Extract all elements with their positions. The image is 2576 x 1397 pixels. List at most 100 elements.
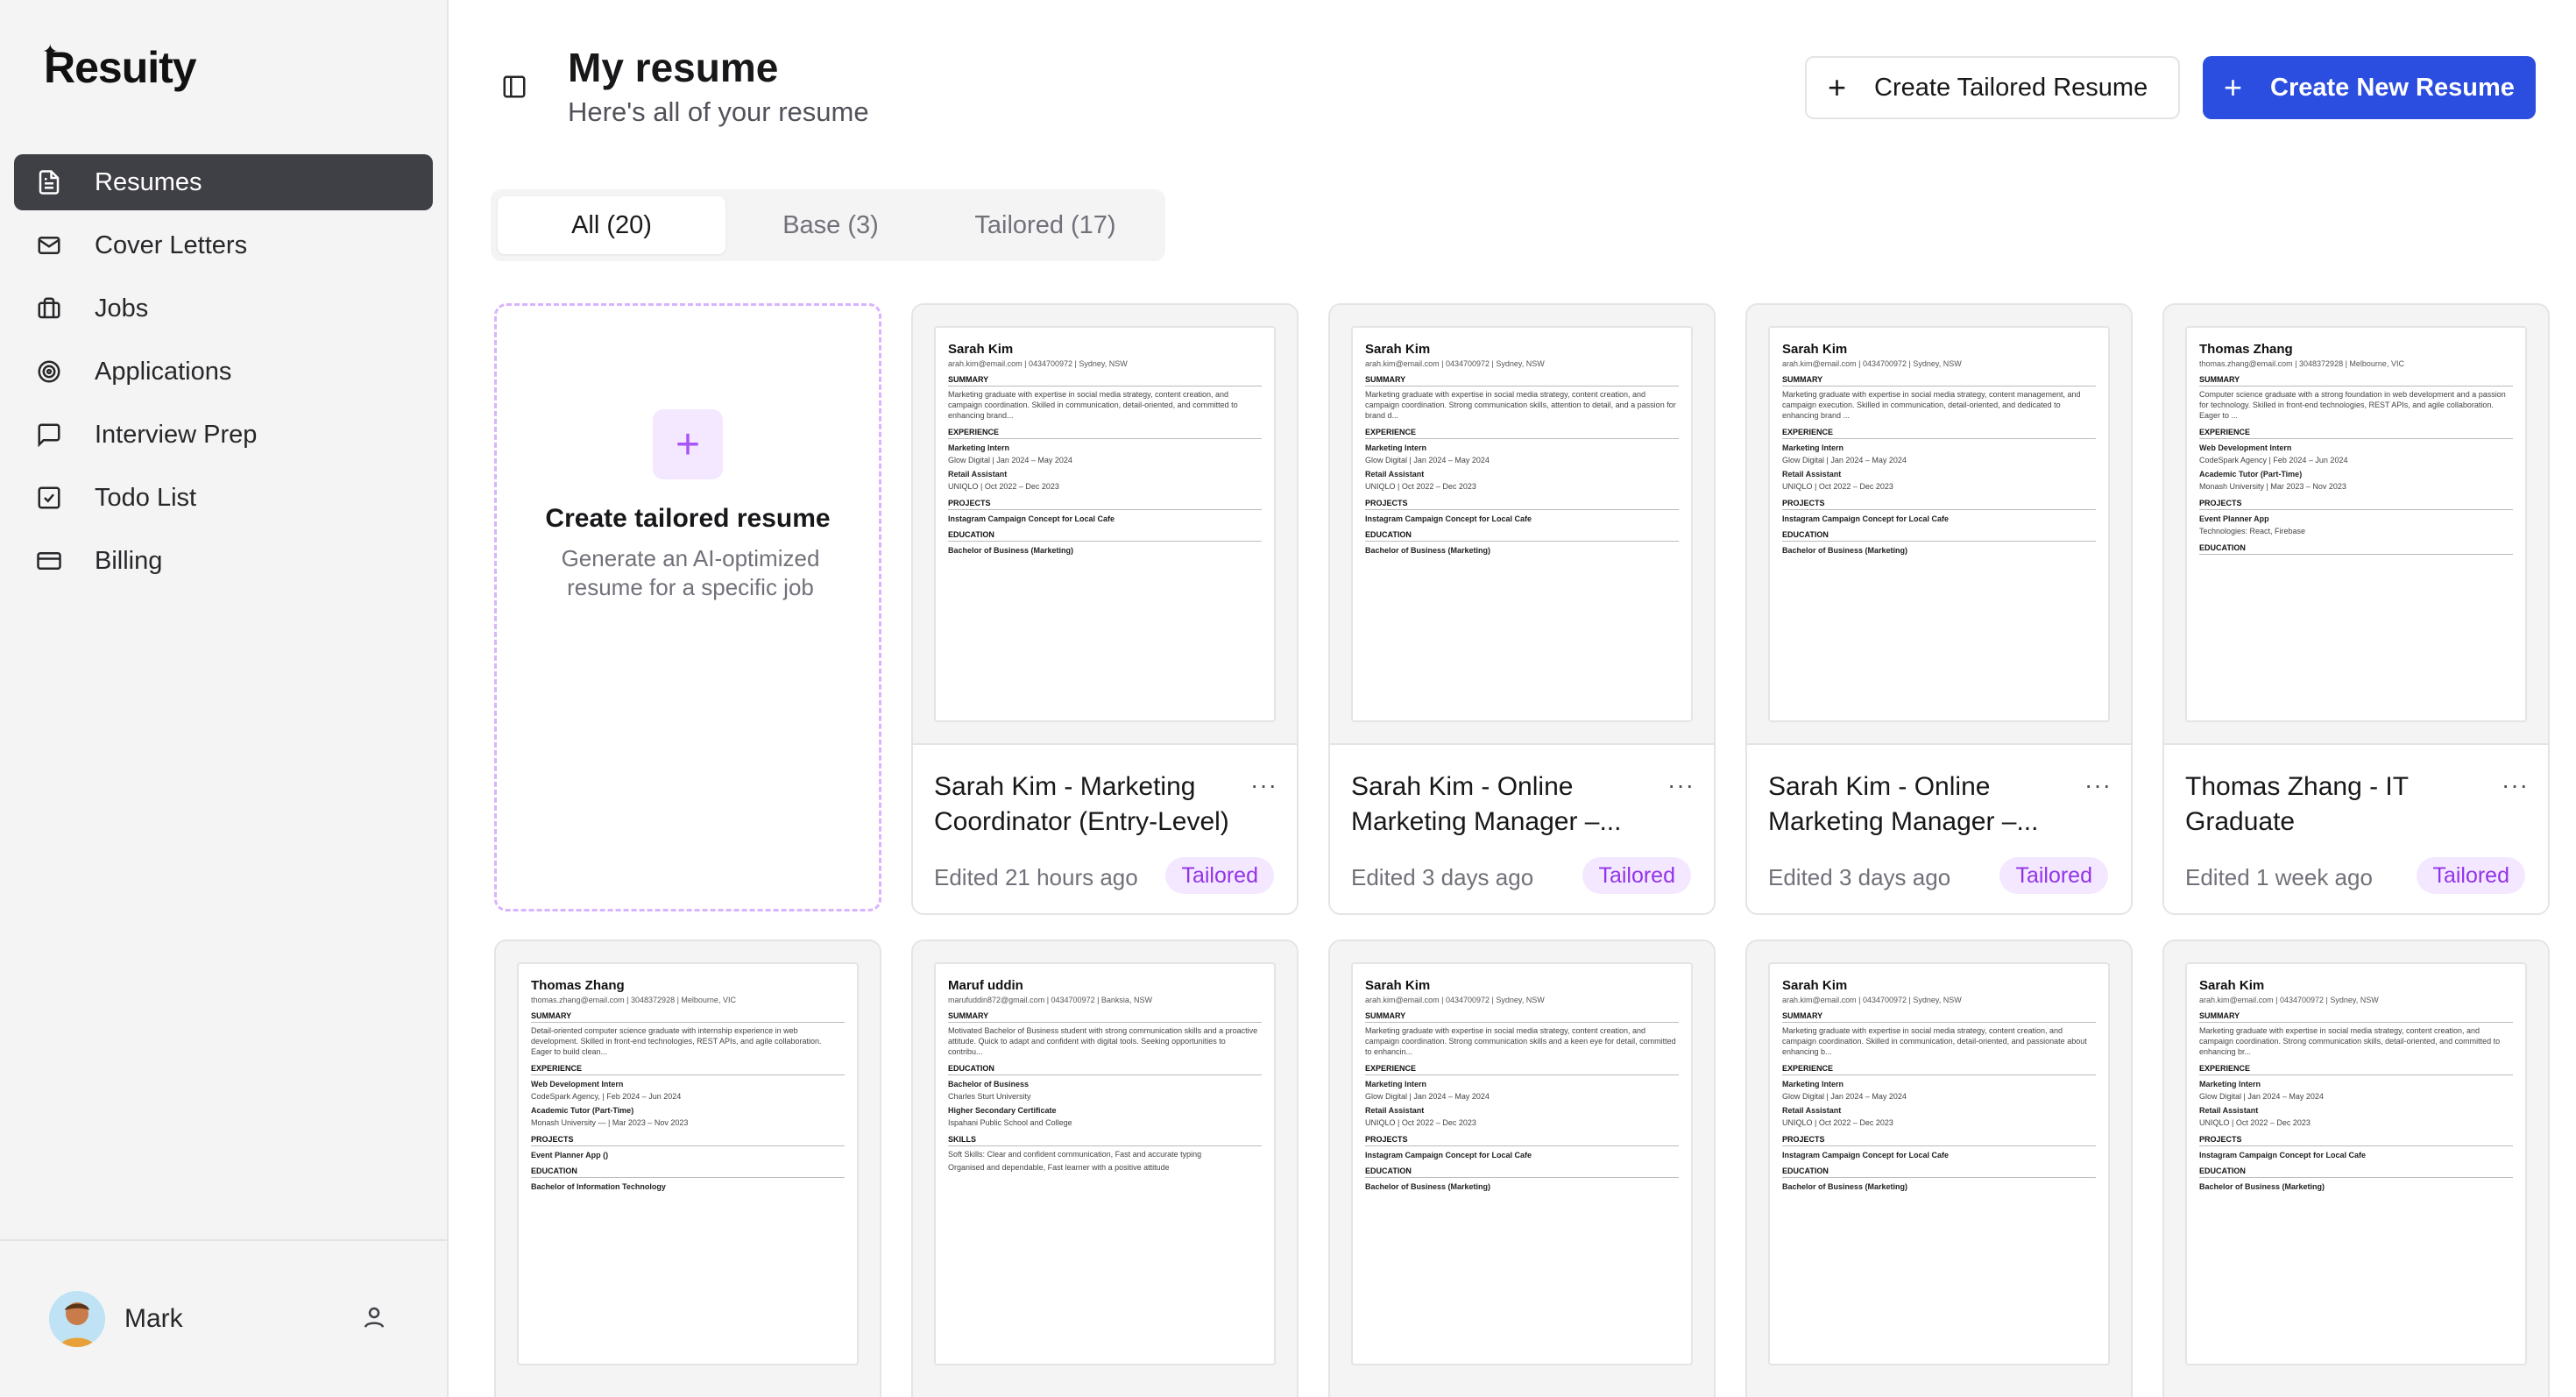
resume-card[interactable]: Thomas Zhang thomas.zhang@email.com | 30… [494,940,881,1397]
resume-thumbnail[interactable]: Sarah Kim arah.kim@email.com | 043470097… [2164,941,2548,1397]
resume-preview: Thomas Zhang thomas.zhang@email.com | 30… [2185,326,2527,722]
preview-summary: Marketing graduate with expertise in soc… [1365,390,1676,420]
preview-section: PROJECTS [531,1135,845,1146]
preview-degree: Bachelor of Business (Marketing) [1365,546,1491,555]
preview-contact: arah.kim@email.com | 0434700972 | Sydney… [1365,359,1545,368]
resume-thumbnail[interactable]: Thomas Zhang thomas.zhang@email.com | 30… [496,941,880,1397]
preview-job-meta: UNIQLO | Oct 2022 – Dec 2023 [1782,1118,1893,1127]
preview-name: Sarah Kim [1782,978,1848,993]
preview-job: Web Development Intern [2199,443,2292,452]
sidebar-item-label: Todo List [95,483,197,512]
resume-thumbnail[interactable]: Sarah Kim arah.kim@email.com | 043470097… [1330,305,1714,743]
sidebar-item-label: Billing [95,546,163,575]
preview-degree: Higher Secondary Certificate [948,1106,1057,1115]
resume-title[interactable]: Sarah Kim - Online Marketing Manager –..… [1351,769,1649,840]
preview-section: SUMMARY [948,375,1262,386]
preview-section: EXPERIENCE [1365,1064,1679,1075]
resume-thumbnail[interactable]: Sarah Kim arah.kim@email.com | 043470097… [1747,941,2131,1397]
more-options-icon[interactable]: ··· [1250,771,1277,799]
sidebar-item-todo-list[interactable]: Todo List [14,470,433,526]
preview-section: SUMMARY [2199,375,2513,386]
preview-section: SUMMARY [948,1011,1262,1023]
more-options-icon[interactable]: ··· [2502,771,2529,799]
preview-section: SUMMARY [2199,1011,2513,1023]
sidebar-item-applications[interactable]: Applications [14,344,433,400]
resume-preview: Sarah Kim arah.kim@email.com | 043470097… [1351,326,1693,722]
preview-contact: arah.kim@email.com | 0434700972 | Sydney… [1782,359,1962,368]
preview-contact: arah.kim@email.com | 0434700972 | Sydney… [948,359,1128,368]
edited-time: Edited 3 days ago [1768,864,1951,890]
preview-job: Marketing Intern [1365,1080,1427,1089]
more-options-icon[interactable]: ··· [2084,771,2112,799]
resume-card[interactable]: Sarah Kim arah.kim@email.com | 043470097… [1328,940,1716,1397]
more-options-icon[interactable]: ··· [1667,771,1695,799]
sidebar-item-billing[interactable]: Billing [14,533,433,589]
resume-card[interactable]: Sarah Kim arah.kim@email.com | 043470097… [1745,303,2133,915]
preview-job: Web Development Intern [531,1080,624,1089]
user-profile[interactable]: Mark [49,1290,391,1348]
card-footer: Sarah Kim - Online Marketing Manager –..… [1747,743,2131,913]
page-subtitle: Here's all of your resume [568,96,869,127]
resume-thumbnail[interactable]: Sarah Kim arah.kim@email.com | 043470097… [1747,305,2131,743]
user-name: Mark [124,1304,183,1333]
preview-job: Marketing Intern [1782,443,1844,452]
preview-section: PROJECTS [1365,499,1679,510]
resume-title[interactable]: Thomas Zhang - IT Graduate [2185,769,2483,840]
preview-summary: Marketing graduate with expertise in soc… [2199,1026,2501,1056]
preview-project: Instagram Campaign Concept for Local Caf… [1782,1151,1950,1159]
resume-thumbnail[interactable]: Sarah Kim arah.kim@email.com | 043470097… [913,305,1297,743]
resume-preview: Sarah Kim arah.kim@email.com | 043470097… [1768,962,2110,1365]
app-logo[interactable]: Resuity [44,42,197,93]
sidebar-item-interview-prep[interactable]: Interview Prep [14,407,433,463]
tab-base[interactable]: Base (3) [725,196,936,254]
resume-thumbnail[interactable]: Maruf uddin marufuddin872@gmail.com | 04… [913,941,1297,1397]
preview-project: Event Planner App () [531,1151,609,1159]
create-tailored-resume-button[interactable]: + Create Tailored Resume [1805,56,2180,119]
resume-card[interactable]: Sarah Kim arah.kim@email.com | 043470097… [2162,940,2550,1397]
create-card-title: Create tailored resume [545,504,831,533]
preview-degree: Bachelor of Information Technology [531,1182,666,1191]
preview-project: Event Planner App [2199,514,2269,523]
resume-card[interactable]: Thomas Zhang thomas.zhang@email.com | 30… [2162,303,2550,915]
resume-preview: Sarah Kim arah.kim@email.com | 043470097… [1351,962,1693,1365]
create-new-resume-button[interactable]: + Create New Resume [2203,56,2536,119]
resume-card[interactable]: Sarah Kim arah.kim@email.com | 043470097… [1745,940,2133,1397]
sidebar-item-jobs[interactable]: Jobs [14,280,433,337]
preview-section: PROJECTS [2199,499,2513,510]
preview-section: EXPERIENCE [531,1064,845,1075]
create-tailored-resume-card[interactable]: + Create tailored resume Generate an AI-… [494,303,881,911]
preview-job-meta: CodeSpark Agency, | Feb 2024 – Jun 2024 [531,1092,682,1101]
avatar[interactable] [49,1291,105,1347]
sidebar-item-cover-letters[interactable]: Cover Letters [14,217,433,273]
resume-card[interactable]: Sarah Kim arah.kim@email.com | 043470097… [911,303,1299,915]
message-square-icon [35,421,63,449]
resume-card[interactable]: Maruf uddin marufuddin872@gmail.com | 04… [911,940,1299,1397]
preview-job-meta: Glow Digital | Jan 2024 – May 2024 [1365,456,1490,464]
preview-section: PROJECTS [948,499,1262,510]
preview-section: EXPERIENCE [1782,1064,2096,1075]
sidebar-toggle-icon[interactable] [501,74,529,102]
preview-contact: arah.kim@email.com | 0434700972 | Sydney… [2199,996,2379,1004]
preview-job-meta: UNIQLO | Oct 2022 – Dec 2023 [2199,1118,2311,1127]
preview-job-meta: UNIQLO | Oct 2022 – Dec 2023 [948,482,1059,491]
tab-all[interactable]: All (20) [498,196,725,254]
resume-title[interactable]: Sarah Kim - Marketing Coordinator (Entry… [934,769,1232,840]
preview-job: Retail Assistant [948,470,1008,479]
sidebar-item-label: Jobs [95,294,149,323]
preview-section: SUMMARY [1782,1011,2096,1023]
user-icon[interactable] [361,1304,391,1334]
preview-project: Instagram Campaign Concept for Local Caf… [2199,1151,2367,1159]
resume-thumbnail[interactable]: Sarah Kim arah.kim@email.com | 043470097… [1330,941,1714,1397]
preview-job-meta: Monash University | Mar 2023 – Nov 2023 [2199,482,2346,491]
status-badge: Tailored [2417,857,2525,894]
resume-thumbnail[interactable]: Thomas Zhang thomas.zhang@email.com | 30… [2164,305,2548,743]
tab-tailored[interactable]: Tailored (17) [936,196,1155,254]
preview-name: Sarah Kim [1365,342,1431,357]
resume-title[interactable]: Sarah Kim - Online Marketing Manager –..… [1768,769,2066,840]
preview-project: Instagram Campaign Concept for Local Caf… [1365,1151,1532,1159]
preview-section: EDUCATION [1782,530,2096,542]
sidebar-item-resumes[interactable]: Resumes [14,154,433,210]
resume-card[interactable]: Sarah Kim arah.kim@email.com | 043470097… [1328,303,1716,915]
preview-name: Sarah Kim [948,342,1014,357]
preview-summary: Marketing graduate with expertise in soc… [1365,1026,1676,1056]
